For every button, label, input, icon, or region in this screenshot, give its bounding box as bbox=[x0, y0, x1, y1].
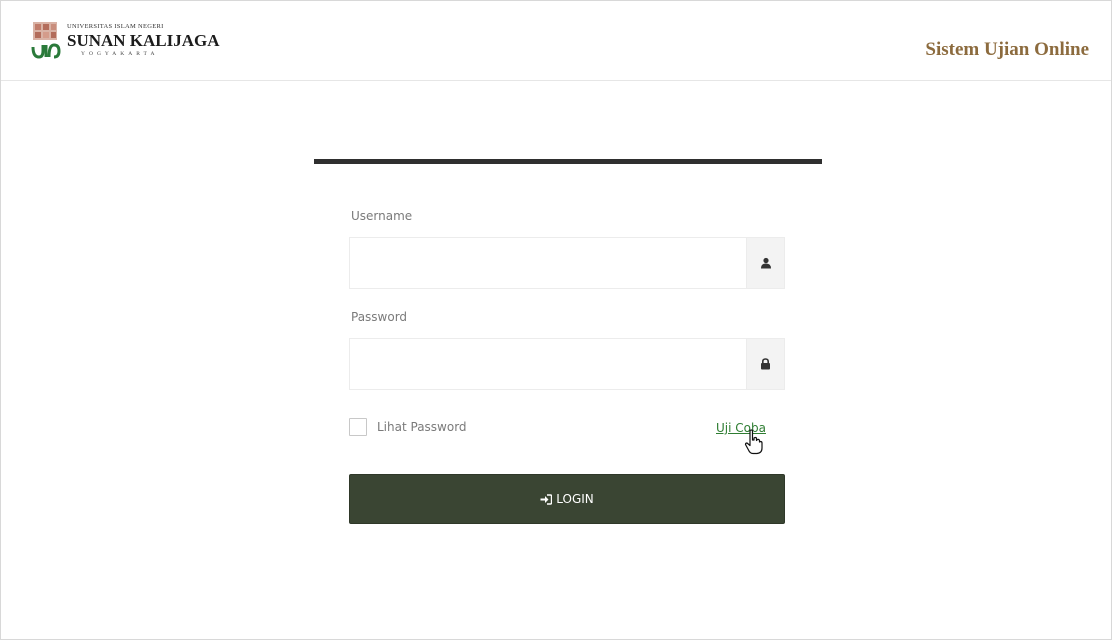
password-label: Password bbox=[351, 310, 408, 324]
logo-city: YOGYAKARTA bbox=[81, 51, 159, 57]
username-label: Username bbox=[351, 209, 413, 223]
user-icon bbox=[746, 238, 784, 288]
username-input[interactable] bbox=[350, 238, 746, 288]
app-title: Sistem Ujian Online bbox=[925, 39, 1089, 60]
form-top-rule bbox=[314, 159, 822, 164]
login-button[interactable]: LOGIN bbox=[349, 474, 785, 524]
logo-text: UNIVERSITAS ISLAM NEGERI SUNAN KALIJAGA … bbox=[67, 23, 237, 58]
logo-name: SUNAN KALIJAGA bbox=[67, 31, 220, 50]
show-password-checkbox[interactable] bbox=[349, 418, 367, 436]
password-input[interactable] bbox=[350, 339, 746, 389]
password-input-group bbox=[349, 338, 785, 390]
username-input-group bbox=[349, 237, 785, 289]
logo-university: UNIVERSITAS ISLAM NEGERI bbox=[67, 23, 164, 30]
header: UNIVERSITAS ISLAM NEGERI SUNAN KALIJAGA … bbox=[1, 1, 1111, 81]
hand-pointer-icon bbox=[744, 429, 763, 455]
login-button-label: LOGIN bbox=[556, 492, 594, 506]
show-password-label[interactable]: Lihat Password bbox=[377, 420, 467, 434]
lock-icon bbox=[746, 339, 784, 389]
login-form: Username Password Lihat Password Uji Cob… bbox=[314, 159, 822, 589]
show-password-row: Lihat Password bbox=[349, 417, 467, 437]
university-logo: UNIVERSITAS ISLAM NEGERI SUNAN KALIJAGA … bbox=[31, 21, 231, 61]
login-page: UNIVERSITAS ISLAM NEGERI SUNAN KALIJAGA … bbox=[0, 0, 1112, 640]
sign-in-icon bbox=[540, 493, 553, 505]
university-emblem-icon bbox=[31, 22, 61, 59]
